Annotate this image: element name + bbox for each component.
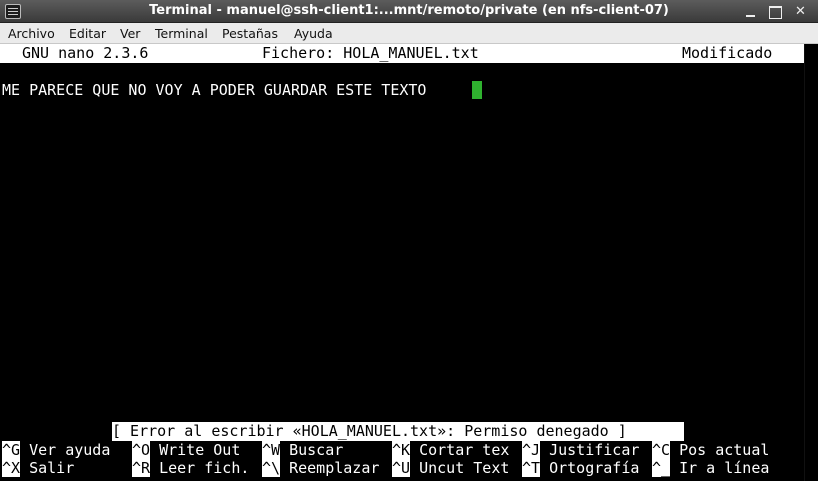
- minimize-icon[interactable]: [742, 3, 759, 20]
- menu-ver[interactable]: Ver: [120, 26, 140, 41]
- window-title: Terminal - manuel@ssh-client1:...mnt/rem…: [149, 3, 669, 18]
- close-icon[interactable]: ✕: [792, 3, 809, 20]
- nano-modified-status: Modificado: [682, 44, 773, 62]
- maximize-icon[interactable]: [766, 3, 783, 20]
- shortcut-cur-pos[interactable]: ^C Pos actual: [652, 441, 769, 459]
- editor-text[interactable]: ME PARECE QUE NO VOY A PODER GUARDAR EST…: [2, 81, 426, 99]
- shortcut-search[interactable]: ^W Buscar: [262, 441, 379, 459]
- shortcut-read-file[interactable]: ^R Leer fich.: [132, 459, 249, 477]
- shortcut-exit[interactable]: ^X Salir: [2, 459, 119, 477]
- shortcut-spell[interactable]: ^T Ortografía: [522, 459, 639, 477]
- shortcut-go-to-line[interactable]: ^_ Ir a línea: [652, 459, 769, 477]
- menu-ayuda[interactable]: Ayuda: [294, 26, 333, 41]
- shortcut-cut[interactable]: ^K Cortar tex: [392, 441, 509, 459]
- shortcut-justify[interactable]: ^J Justificar: [522, 441, 639, 459]
- terminal-scrollbar[interactable]: [804, 44, 818, 481]
- shortcut-bar: ^G Ver ayuda ^O Write Out ^W Buscar ^K C…: [0, 441, 804, 481]
- menu-editar[interactable]: Editar: [69, 26, 106, 41]
- nano-version: GNU nano 2.3.6: [22, 44, 149, 62]
- nano-filename: Fichero: HOLA_MANUEL.txt: [262, 44, 479, 62]
- nano-header: GNU nano 2.3.6 Fichero: HOLA_MANUEL.txt …: [0, 44, 804, 63]
- menu-archivo[interactable]: Archivo: [8, 26, 55, 41]
- menu-pestanas[interactable]: Pestañas: [222, 26, 278, 41]
- window-titlebar[interactable]: Terminal - manuel@ssh-client1:...mnt/rem…: [0, 0, 818, 23]
- menu-bar: Archivo Editar Ver Terminal Pestañas Ayu…: [0, 23, 818, 44]
- shortcut-write-out[interactable]: ^O Write Out: [132, 441, 249, 459]
- text-cursor: [472, 81, 482, 99]
- shortcut-replace[interactable]: ^\ Reemplazar: [262, 459, 379, 477]
- status-message: [ Error al escribir «HOLA_MANUEL.txt»: P…: [112, 422, 684, 441]
- menu-terminal[interactable]: Terminal: [155, 26, 208, 41]
- shortcut-help[interactable]: ^G Ver ayuda: [2, 441, 119, 459]
- terminal-area[interactable]: GNU nano 2.3.6 Fichero: HOLA_MANUEL.txt …: [0, 44, 818, 481]
- shortcut-uncut[interactable]: ^U Uncut Text: [392, 459, 509, 477]
